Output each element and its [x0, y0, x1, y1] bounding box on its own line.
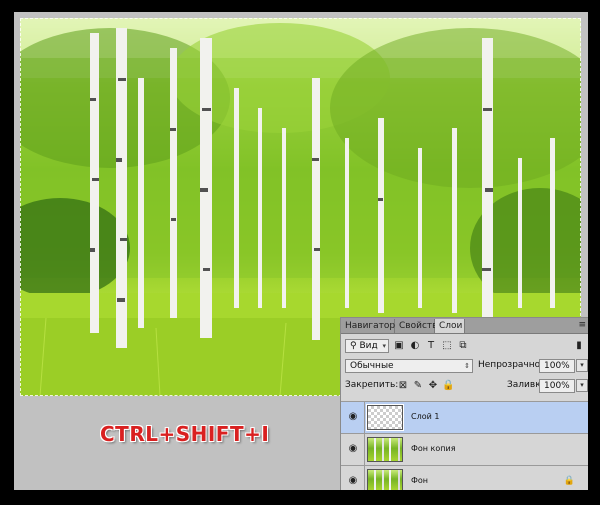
- lock-label: Закрепить:: [345, 380, 399, 390]
- layer-row-background-copy[interactable]: ◉ Фон копия: [341, 433, 588, 465]
- updown-arrow-icon: ⇕: [464, 362, 470, 370]
- layer-thumbnail-transparent: [366, 404, 404, 431]
- layers-panel: Навигатор Свойства Слои ≡ ⚲ Вид ▾ ▣ ◐ T …: [340, 317, 588, 490]
- fill-input[interactable]: 100%: [539, 379, 575, 393]
- layer-name: Фон копия: [411, 444, 456, 453]
- smart-object-filter-icon[interactable]: ⧉: [457, 339, 469, 352]
- opacity-input[interactable]: 100%: [539, 359, 575, 373]
- fill-value: 100%: [544, 381, 570, 391]
- eye-icon: ◉: [348, 475, 358, 486]
- eye-icon: ◉: [348, 443, 358, 454]
- lock-transparency-icon[interactable]: ⊠: [397, 379, 409, 392]
- search-icon: ⚲: [350, 341, 357, 351]
- lock-icon: 🔒: [563, 476, 575, 486]
- visibility-toggle[interactable]: ◉: [341, 466, 365, 490]
- blend-mode-value: Обычные: [350, 361, 394, 371]
- layer-name: Слой 1: [411, 412, 440, 421]
- tab-properties[interactable]: Свойства: [395, 319, 443, 333]
- layer-filter-row: ⚲ Вид ▾ ▣ ◐ T ⬚ ⧉ ▮: [341, 338, 588, 354]
- panel-tab-bar: Навигатор Свойства Слои ≡: [341, 318, 588, 334]
- tab-layers[interactable]: Слои: [435, 319, 465, 333]
- adjustment-filter-icon[interactable]: ◐: [409, 339, 421, 352]
- lock-fill-row: Закрепить: ⊠ ✎ ✥ 🔒 Заливка: 100% ▾: [341, 378, 588, 394]
- layer-thumbnail-photo: [367, 437, 403, 462]
- shape-filter-icon[interactable]: ⬚: [441, 339, 453, 352]
- filter-kind-select[interactable]: ⚲ Вид ▾: [345, 339, 389, 353]
- panel-menu-icon[interactable]: ≡: [578, 318, 586, 333]
- shortcut-label: CTRL+SHIFT+I: [100, 422, 270, 446]
- layer-name: Фон: [411, 476, 429, 485]
- filter-kind-value: Вид: [359, 341, 378, 351]
- text-filter-icon[interactable]: T: [425, 339, 437, 352]
- fill-dropdown-button[interactable]: ▾: [576, 379, 588, 392]
- opacity-dropdown-button[interactable]: ▾: [576, 359, 588, 372]
- visibility-toggle[interactable]: ◉: [341, 402, 365, 433]
- image-filter-icon[interactable]: ▣: [393, 339, 405, 352]
- chevron-down-icon: ▾: [382, 342, 386, 350]
- layer-thumbnail-photo: [367, 469, 403, 490]
- lock-move-icon[interactable]: ✥: [427, 379, 439, 392]
- tab-navigator[interactable]: Навигатор: [341, 319, 395, 333]
- opacity-value: 100%: [544, 361, 570, 371]
- visibility-toggle[interactable]: ◉: [341, 434, 365, 465]
- blend-mode-select[interactable]: Обычные ⇕: [345, 359, 473, 373]
- blend-opacity-row: Обычные ⇕ Непрозрачность: 100% ▾: [341, 358, 588, 374]
- document-workspace[interactable]: CTRL+SHIFT+I Навигатор Свойства Слои ≡ ⚲…: [14, 12, 588, 490]
- filter-toggle-icon[interactable]: ▮: [573, 339, 585, 352]
- layer-row-background[interactable]: ◉ Фон 🔒: [341, 465, 588, 490]
- layer-row-layer1[interactable]: ◉ Слой 1: [341, 401, 588, 433]
- eye-icon: ◉: [348, 411, 358, 422]
- lock-brush-icon[interactable]: ✎: [412, 379, 424, 392]
- window-frame: CTRL+SHIFT+I Навигатор Свойства Слои ≡ ⚲…: [0, 0, 600, 505]
- lock-all-icon[interactable]: 🔒: [442, 379, 454, 392]
